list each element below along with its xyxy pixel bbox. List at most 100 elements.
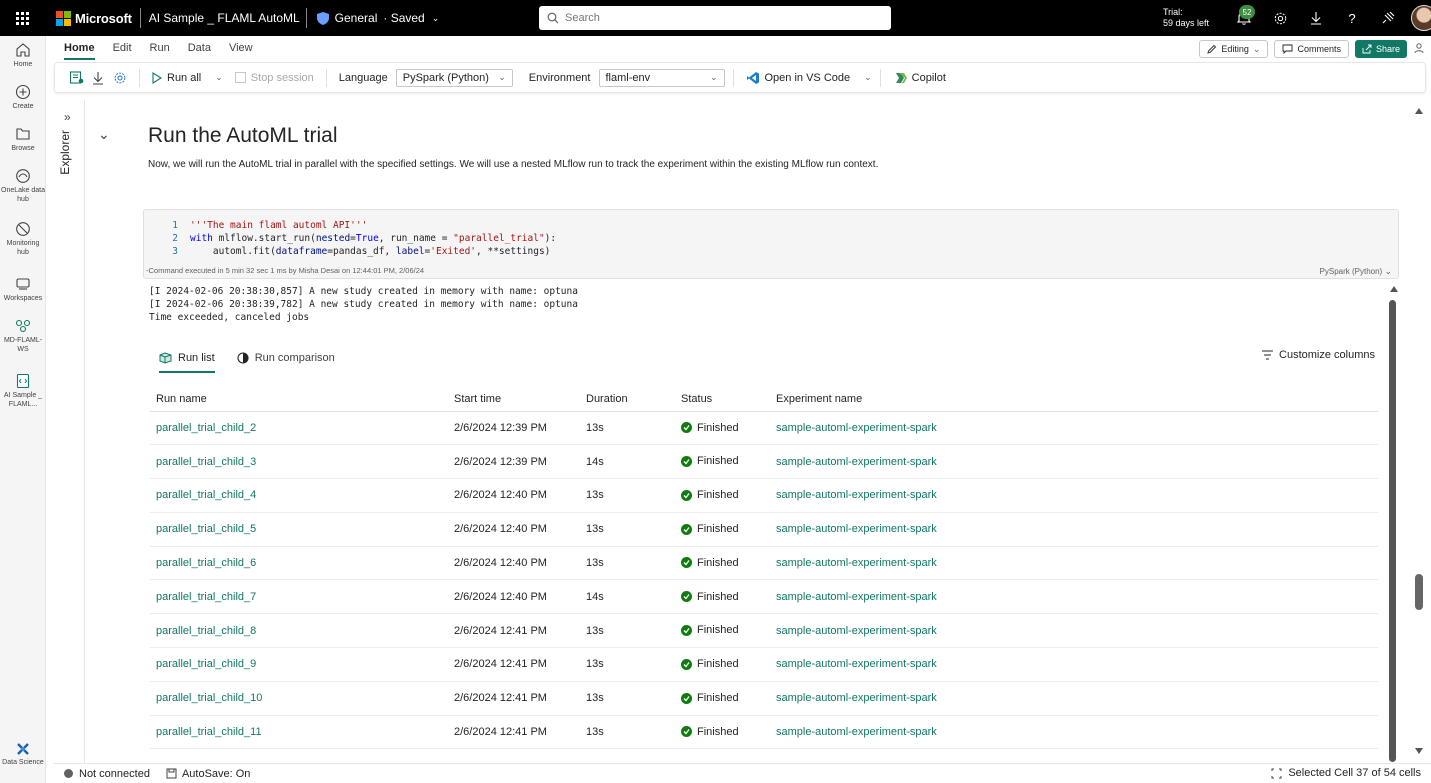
table-row[interactable]: parallel_trial_child_2 2/6/2024 12:39 PM 1… bbox=[150, 411, 1378, 446]
run-name-link[interactable]: parallel_trial_child_7 bbox=[150, 579, 448, 615]
table-row[interactable]: parallel_trial_child_6 2/6/2024 12:40 PM 1… bbox=[150, 546, 1378, 581]
rail-item-data-science[interactable]: Data Science bbox=[0, 742, 46, 767]
table-row[interactable]: parallel_trial_child_9 2/6/2024 12:41 PM 1… bbox=[150, 647, 1378, 682]
run-name-link[interactable]: parallel_trial_child_10 bbox=[150, 681, 448, 716]
scroll-up-arrow-icon[interactable] bbox=[1415, 108, 1423, 114]
language-select[interactable]: PySpark (Python) ⌄ bbox=[395, 68, 513, 87]
code-cell[interactable]: 1 '''The main flaml automl API''' 2 with m… bbox=[143, 209, 1399, 279]
people-icon[interactable] bbox=[1413, 42, 1427, 56]
column-header-experiment-name[interactable]: Experiment name bbox=[770, 387, 1378, 412]
run-name-link[interactable]: parallel_trial_child_11 bbox=[150, 715, 448, 750]
rail-item-onelake[interactable]: OneLake data hub bbox=[0, 168, 46, 204]
scroll-down-arrow-icon[interactable] bbox=[1415, 748, 1423, 754]
share-button[interactable]: Share bbox=[1354, 40, 1407, 58]
run-name-link[interactable]: parallel_trial_child_4 bbox=[150, 478, 448, 513]
column-header-run-name[interactable]: Run name bbox=[150, 387, 448, 412]
account-button[interactable] bbox=[1406, 0, 1431, 36]
experiment-name-link[interactable]: sample-automl-experiment-spark bbox=[770, 411, 1378, 446]
tab-edit[interactable]: Edit bbox=[104, 42, 141, 60]
trial-info[interactable]: Trial: 59 days left bbox=[1163, 7, 1209, 29]
comments-button[interactable]: Comments bbox=[1274, 40, 1349, 58]
share-feedback-button[interactable] bbox=[1370, 0, 1406, 36]
table-row[interactable]: parallel_trial_child_5 2/6/2024 12:40 PM 1… bbox=[150, 512, 1378, 547]
experiment-name-link[interactable]: sample-automl-experiment-spark bbox=[770, 478, 1378, 513]
output-scroll-thumb[interactable] bbox=[1389, 300, 1396, 762]
editing-mode-button[interactable]: Editing ⌄ bbox=[1199, 40, 1269, 58]
tab-run-list[interactable]: Run list bbox=[159, 347, 215, 373]
customize-columns-button[interactable]: Customize columns bbox=[1262, 349, 1375, 361]
page-scroll-thumb[interactable] bbox=[1415, 574, 1423, 610]
collapse-section-chevron-icon[interactable]: ⌄ bbox=[98, 126, 110, 143]
table-row[interactable]: parallel_trial_child_10 2/6/2024 12:41 PM… bbox=[150, 681, 1378, 716]
sensitivity-label[interactable]: General bbox=[335, 11, 378, 25]
vscode-dropdown-chevron-icon[interactable]: ⌄ bbox=[864, 72, 872, 83]
notebook-name[interactable]: AI Sample _ FLAML AutoML bbox=[149, 11, 300, 25]
page-scrollbar[interactable] bbox=[1412, 104, 1426, 759]
stop-session-button[interactable]: Stop session bbox=[231, 72, 318, 84]
expand-explorer-icon[interactable]: » bbox=[64, 110, 71, 124]
run-name-link[interactable]: parallel_trial_child_6 bbox=[150, 546, 448, 581]
run-name-link[interactable]: parallel_trial_child_5 bbox=[150, 512, 448, 547]
tab-view[interactable]: View bbox=[220, 42, 262, 60]
run-name-link[interactable]: parallel_trial_child_2 bbox=[150, 411, 448, 446]
experiment-name-link[interactable]: sample-automl-experiment-spark bbox=[770, 647, 1378, 682]
rail-item-create[interactable]: Create bbox=[0, 84, 46, 111]
copilot-button[interactable]: Copilot bbox=[889, 71, 950, 85]
rail-item-notebook[interactable]: AI Sample _ FLAML... bbox=[0, 373, 46, 409]
experiment-name-link[interactable]: sample-automl-experiment-spark bbox=[770, 444, 1378, 480]
notebook-settings-button[interactable] bbox=[109, 67, 131, 89]
tab-run[interactable]: Run bbox=[141, 42, 179, 60]
environment-select[interactable]: flaml-env ⌄ bbox=[598, 68, 725, 87]
rail-item-workspaces[interactable]: Workspaces bbox=[0, 276, 46, 303]
experiment-name-link[interactable]: sample-automl-experiment-spark bbox=[770, 681, 1378, 716]
search-input[interactable] bbox=[565, 12, 865, 24]
top-bar: Microsoft AI Sample _ FLAML AutoML Gener… bbox=[0, 0, 1431, 36]
output-scrollbar[interactable] bbox=[1387, 286, 1398, 762]
table-row[interactable]: parallel_trial_child_7 2/6/2024 12:40 PM 1… bbox=[150, 579, 1378, 615]
column-header-start-time[interactable]: Start time bbox=[448, 387, 580, 412]
download-notebook-button[interactable] bbox=[87, 67, 109, 89]
open-in-vscode-button[interactable]: Open in VS Code bbox=[742, 71, 855, 85]
microsoft-logo[interactable]: Microsoft bbox=[56, 10, 132, 26]
tab-home[interactable]: Home bbox=[55, 42, 104, 60]
experiment-name-link[interactable]: sample-automl-experiment-spark bbox=[770, 579, 1378, 615]
table-row[interactable]: parallel_trial_child_3 2/6/2024 12:39 PM 1… bbox=[150, 444, 1378, 480]
download-button[interactable] bbox=[1298, 0, 1334, 36]
settings-button[interactable] bbox=[1262, 0, 1298, 36]
status-badge: Finished bbox=[681, 523, 739, 535]
explorer-label[interactable]: Explorer bbox=[58, 130, 72, 175]
experiment-name-link[interactable]: sample-automl-experiment-spark bbox=[770, 546, 1378, 581]
experiment-name-link[interactable]: sample-automl-experiment-spark bbox=[770, 613, 1378, 649]
run-all-dropdown-chevron-icon[interactable]: ⌄ bbox=[215, 72, 223, 83]
scroll-up-arrow-icon[interactable] bbox=[1390, 286, 1398, 292]
run-list-label: Run list bbox=[178, 352, 215, 364]
run-name-link[interactable]: parallel_trial_child_3 bbox=[150, 444, 448, 480]
autosave-status[interactable]: AutoSave: On bbox=[182, 768, 251, 780]
run-comparison-icon bbox=[237, 352, 249, 364]
save-state[interactable]: · Saved bbox=[383, 11, 424, 25]
rail-item-md-flaml-ws[interactable]: MD-FLAML-WS bbox=[0, 318, 46, 354]
chevron-down-icon[interactable]: ⌄ bbox=[432, 13, 440, 24]
tab-run-comparison[interactable]: Run comparison bbox=[237, 347, 335, 369]
app-launcher-icon[interactable] bbox=[0, 0, 44, 36]
rail-item-browse[interactable]: Browse bbox=[0, 126, 46, 153]
table-row[interactable]: parallel_trial_child_11 2/6/2024 12:41 PM… bbox=[150, 715, 1378, 750]
experiment-name-link[interactable]: sample-automl-experiment-spark bbox=[770, 715, 1378, 750]
search-box[interactable] bbox=[539, 6, 891, 30]
table-row[interactable]: parallel_trial_child_8 2/6/2024 12:41 PM 1… bbox=[150, 613, 1378, 649]
notifications-button[interactable]: 52 bbox=[1226, 0, 1262, 36]
column-header-status[interactable]: Status bbox=[675, 387, 770, 412]
run-name-link[interactable]: parallel_trial_child_9 bbox=[150, 647, 448, 682]
help-button[interactable]: ? bbox=[1334, 0, 1370, 36]
cell-language-tag[interactable]: PySpark (Python) ⌄ bbox=[1320, 266, 1392, 277]
rail-item-monitoring[interactable]: Monitoring hub bbox=[0, 221, 46, 257]
column-header-duration[interactable]: Duration bbox=[580, 387, 675, 412]
rail-item-home[interactable]: Home bbox=[0, 42, 46, 69]
connection-status[interactable]: Not connected bbox=[79, 768, 150, 780]
save-notebook-button[interactable] bbox=[65, 67, 87, 89]
run-name-link[interactable]: parallel_trial_child_8 bbox=[150, 613, 448, 649]
experiment-name-link[interactable]: sample-automl-experiment-spark bbox=[770, 512, 1378, 547]
table-row[interactable]: parallel_trial_child_4 2/6/2024 12:40 PM 1… bbox=[150, 478, 1378, 513]
run-all-button[interactable]: Run all bbox=[148, 72, 205, 84]
tab-data[interactable]: Data bbox=[179, 42, 220, 60]
